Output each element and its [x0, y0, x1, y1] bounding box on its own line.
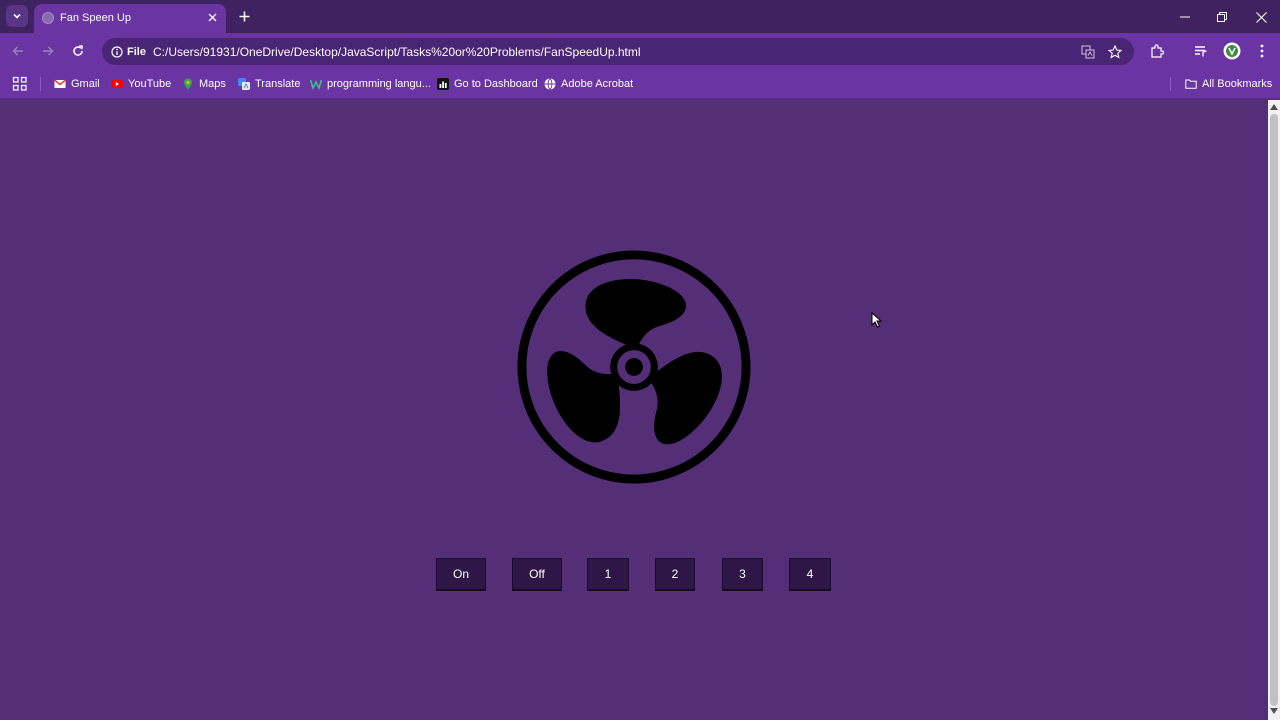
reload-button[interactable] [68, 41, 88, 61]
bookmarks-bar: Gmail YouTube Maps Translate programming… [0, 69, 1280, 99]
tab-strip: Fan Speen Up [0, 0, 1280, 33]
forward-button[interactable] [38, 41, 58, 61]
bookmark-adobe-acrobat[interactable]: Adobe Acrobat [544, 76, 633, 92]
bookmark-label: YouTube [128, 78, 172, 90]
speed-4-button[interactable]: 4 [789, 558, 831, 591]
bookmark-programming[interactable]: programming langu... [310, 76, 431, 92]
close-icon [208, 13, 216, 21]
gmail-icon [54, 79, 66, 88]
profile-button[interactable] [1222, 41, 1242, 61]
translate-icon [238, 78, 250, 90]
arrow-right-icon [43, 46, 54, 56]
bookmark-label: Adobe Acrobat [561, 78, 634, 90]
restore-button[interactable] [1212, 7, 1232, 27]
fan-controls: On Off 1 2 3 4 [0, 558, 1268, 592]
address-bar[interactable]: File C:/Users/91931/OneDrive/Desktop/Jav… [102, 38, 1134, 65]
apps-grid-icon[interactable] [12, 76, 28, 92]
triangle-up-icon [1270, 104, 1278, 110]
site-info-chip[interactable]: File [107, 42, 152, 61]
close-window-button[interactable] [1251, 7, 1271, 27]
bookmark-favicon [310, 79, 322, 90]
dashboard-icon [437, 78, 449, 90]
plus-icon [239, 11, 249, 21]
tab-title: Fan Speen Up [60, 12, 131, 24]
folder-icon [1185, 79, 1197, 89]
off-button[interactable]: Off [512, 558, 562, 591]
tab-search-button[interactable] [6, 5, 28, 27]
all-bookmarks-label: All Bookmarks [1202, 78, 1273, 90]
bookmark-dashboard[interactable]: Go to Dashboard [437, 76, 538, 92]
info-icon [111, 45, 123, 58]
bookmark-label: Maps [199, 78, 226, 90]
tab-close-button[interactable] [204, 9, 220, 25]
puzzle-icon [1151, 44, 1164, 58]
translate-page-button[interactable] [1079, 43, 1097, 61]
close-icon [1255, 11, 1267, 23]
fan-blade [585, 278, 687, 350]
media-controls-button[interactable] [1191, 41, 1211, 61]
media-queue-icon [1195, 46, 1207, 57]
tab-favicon-icon [42, 12, 54, 24]
bookmarks-divider [1170, 77, 1171, 91]
avatar [1223, 42, 1241, 60]
triangle-down-icon [1270, 708, 1278, 714]
active-tab[interactable]: Fan Speen Up [34, 4, 226, 33]
reload-icon [73, 45, 83, 56]
extensions-button[interactable] [1147, 41, 1167, 61]
new-tab-button[interactable] [234, 6, 254, 26]
minimize-icon [1180, 16, 1190, 18]
more-vertical-icon [1260, 44, 1264, 58]
bookmark-translate[interactable]: Translate [238, 76, 300, 92]
browser-toolbar: File C:/Users/91931/OneDrive/Desktop/Jav… [0, 33, 1280, 69]
bookmark-label: Gmail [71, 78, 100, 90]
mouse-cursor-icon [871, 312, 883, 328]
youtube-icon [111, 80, 123, 88]
site-info-label: File [127, 45, 146, 58]
bookmark-maps[interactable]: Maps [182, 76, 226, 92]
bookmarks-divider [40, 77, 41, 91]
all-bookmarks-button[interactable]: All Bookmarks [1185, 76, 1272, 92]
bookmark-label: programming langu... [327, 78, 431, 90]
scroll-up-arrow[interactable] [1270, 103, 1278, 111]
arrow-left-icon [12, 46, 23, 56]
speed-2-button[interactable]: 2 [655, 558, 695, 591]
minimize-button[interactable] [1175, 7, 1195, 27]
speed-1-button[interactable]: 1 [587, 558, 629, 591]
fan-icon [517, 250, 751, 484]
scroll-down-arrow[interactable] [1270, 707, 1278, 715]
page-scrollbar[interactable] [1268, 100, 1280, 720]
maps-icon [184, 78, 192, 90]
on-button[interactable]: On [436, 558, 486, 591]
speed-3-button[interactable]: 3 [722, 558, 763, 591]
browser-menu-button[interactable] [1252, 41, 1272, 61]
scrollbar-thumb[interactable] [1270, 114, 1278, 706]
translate-icon [1081, 45, 1095, 59]
page-viewport: On Off 1 2 3 4 [0, 100, 1268, 720]
bookmark-label: Translate [255, 78, 301, 90]
url-text[interactable]: C:/Users/91931/OneDrive/Desktop/JavaScri… [153, 45, 641, 59]
restore-icon [1217, 12, 1227, 22]
chevron-down-icon [13, 13, 21, 19]
globe-icon [544, 78, 556, 90]
bookmark-label: Go to Dashboard [454, 78, 538, 90]
bookmark-youtube[interactable]: YouTube [111, 76, 171, 92]
back-button[interactable] [8, 41, 28, 61]
star-icon [1108, 45, 1122, 59]
bookmark-star-button[interactable] [1106, 43, 1124, 61]
bookmark-gmail[interactable]: Gmail [54, 76, 100, 92]
